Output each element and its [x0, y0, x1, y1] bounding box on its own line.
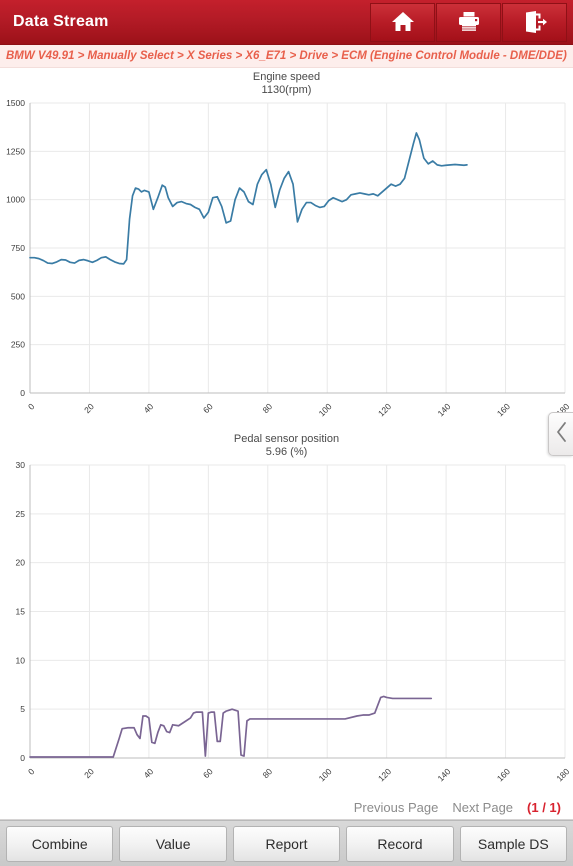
svg-text:25: 25 — [16, 509, 26, 519]
svg-text:20: 20 — [82, 766, 96, 780]
chart-title: Engine speed — [252, 71, 321, 83]
svg-text:5: 5 — [20, 704, 25, 714]
print-button[interactable] — [436, 2, 501, 42]
svg-text:120: 120 — [376, 401, 393, 418]
svg-text:160: 160 — [495, 766, 512, 783]
plot-area-engine-speed[interactable]: 0 250 500 750 1000 1250 1500 0 20 40 60 80 100 120 140… — [0, 97, 573, 427]
svg-text:140: 140 — [435, 766, 452, 783]
title-bar-actions — [369, 0, 573, 45]
svg-text:40: 40 — [142, 766, 156, 780]
svg-text:15: 15 — [16, 607, 26, 617]
value-button[interactable]: Value — [119, 825, 227, 862]
svg-text:0: 0 — [26, 401, 37, 412]
title-bar: Data Stream — [0, 0, 573, 45]
svg-text:40: 40 — [142, 401, 156, 415]
svg-text:500: 500 — [11, 291, 25, 301]
home-icon — [390, 10, 416, 34]
sample-ds-button[interactable]: Sample DS — [459, 825, 568, 862]
svg-text:0: 0 — [26, 766, 37, 777]
exit-button[interactable] — [502, 2, 567, 42]
chart-pedal-sensor-position: Pedal sensor position 5.96 (%) 0 5 10 15 20 2… — [0, 430, 573, 795]
svg-text:100: 100 — [317, 401, 334, 418]
print-icon — [456, 10, 482, 34]
previous-page-button[interactable]: Previous Page — [354, 800, 439, 815]
plot-svg-engine-speed: 0 250 500 750 1000 1250 1500 0 20 40 60 80 100 120 140… — [6, 98, 572, 418]
next-page-button[interactable]: Next Page — [452, 800, 513, 815]
bottom-button-bar: Combine Value Report Record Sample DS — [0, 820, 573, 866]
home-button[interactable] — [370, 2, 435, 42]
svg-text:250: 250 — [11, 340, 25, 350]
svg-text:750: 750 — [11, 243, 25, 253]
chart-current-value: 5.96 (%) — [265, 446, 308, 458]
svg-text:1500: 1500 — [6, 98, 25, 108]
svg-text:80: 80 — [260, 766, 274, 780]
svg-text:160: 160 — [495, 401, 512, 418]
plot-area-pedal-sensor[interactable]: 0 5 10 15 20 25 30 0 20 40 60 80 100 120 140 160 180 — [0, 459, 573, 792]
svg-text:30: 30 — [16, 460, 26, 470]
svg-text:20: 20 — [82, 401, 96, 415]
svg-text:80: 80 — [260, 401, 274, 415]
page-count-label: (1 / 1) — [527, 799, 561, 815]
combine-button[interactable]: Combine — [6, 825, 114, 862]
svg-text:20: 20 — [16, 558, 26, 568]
svg-text:1250: 1250 — [6, 146, 25, 156]
svg-text:10: 10 — [16, 655, 26, 665]
svg-text:0: 0 — [20, 388, 25, 398]
svg-text:60: 60 — [201, 401, 215, 415]
svg-text:0: 0 — [20, 753, 25, 763]
plot-svg-pedal-sensor: 0 5 10 15 20 25 30 0 20 40 60 80 100 120 140 160 180 — [16, 460, 572, 783]
page-title: Data Stream — [13, 13, 109, 30]
chart-engine-speed: Engine speed 1130(rpm) 0 250 500 750 1000 125… — [0, 68, 573, 430]
report-button[interactable]: Report — [232, 825, 341, 862]
svg-text:140: 140 — [435, 401, 452, 418]
exit-icon — [522, 10, 548, 34]
svg-text:60: 60 — [201, 766, 215, 780]
data-stream-screen: Data Stream BMW V49.91 > Manually Select… — [0, 0, 573, 866]
svg-text:180: 180 — [554, 766, 571, 783]
pager: Previous Page Next Page (1 / 1) — [0, 795, 573, 820]
svg-text:120: 120 — [376, 766, 393, 783]
chart-current-value: 1130(rpm) — [261, 84, 312, 96]
svg-text:1000: 1000 — [6, 195, 25, 205]
chart-title: Pedal sensor position — [233, 433, 340, 445]
svg-text:100: 100 — [317, 766, 334, 783]
breadcrumb[interactable]: BMW V49.91 > Manually Select > X Series … — [0, 45, 573, 68]
record-button[interactable]: Record — [346, 825, 454, 862]
